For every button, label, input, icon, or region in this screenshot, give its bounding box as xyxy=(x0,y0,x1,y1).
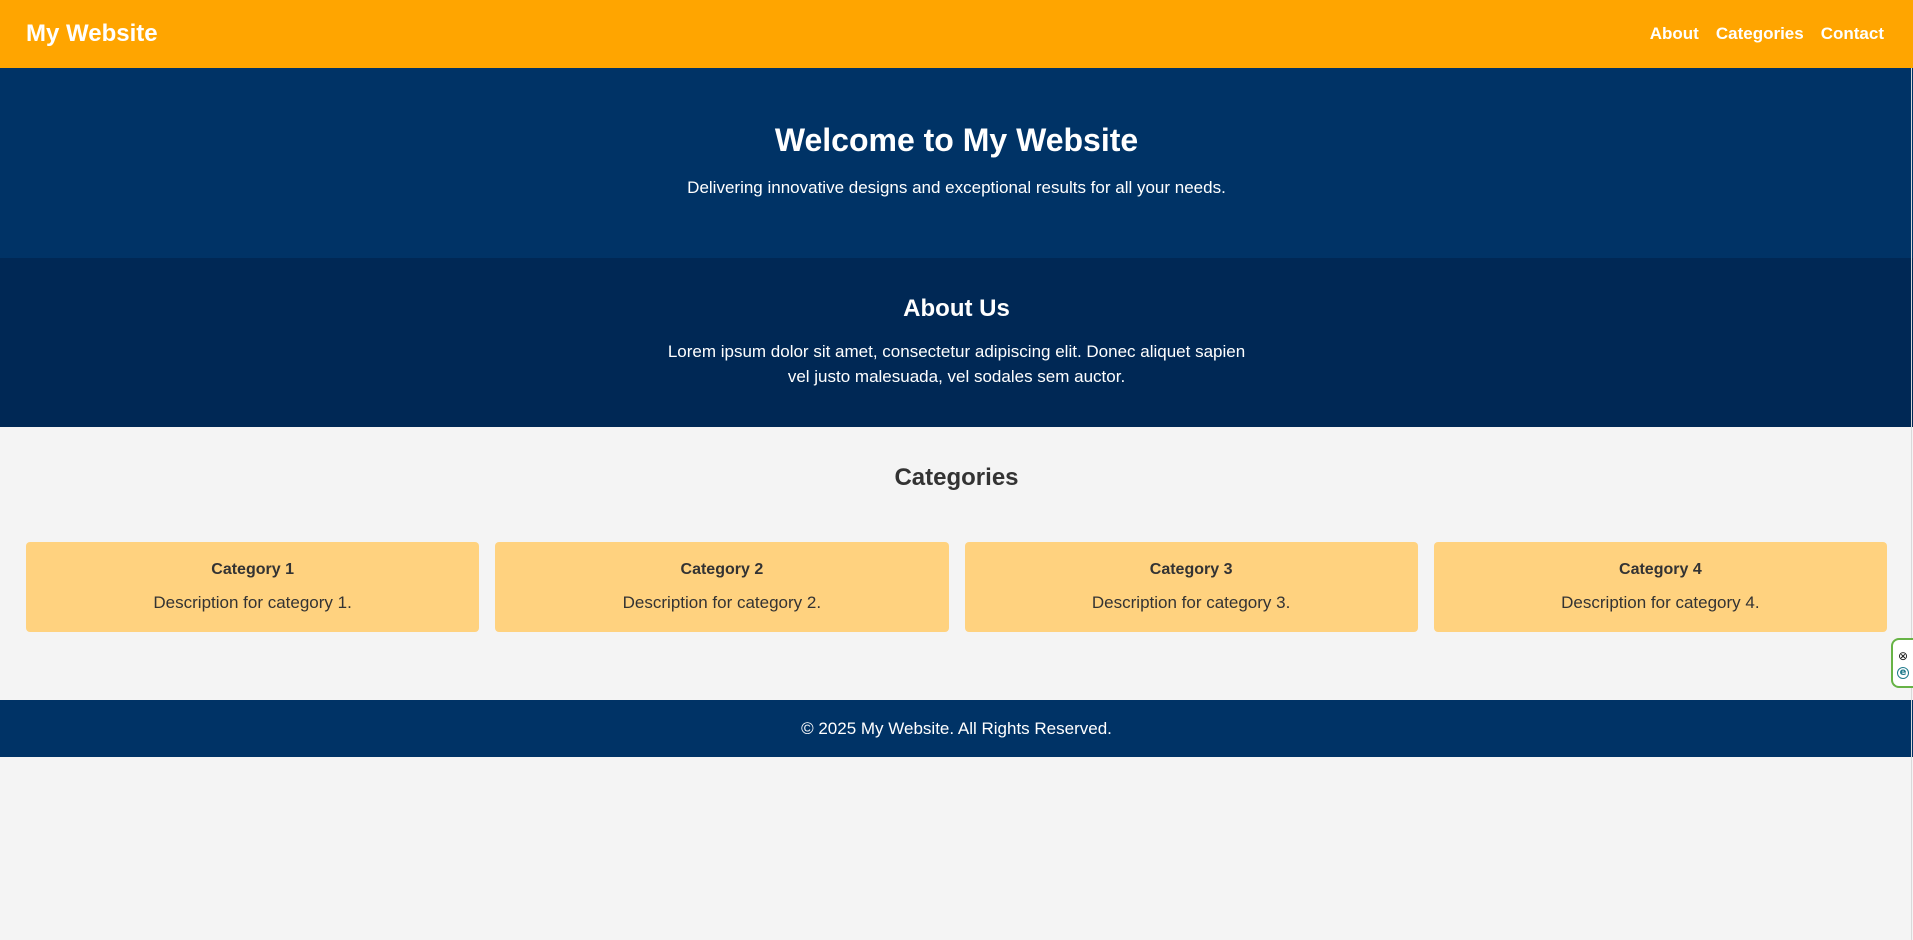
about-title: About Us xyxy=(903,295,1010,322)
site-footer: © 2025 My Website. All Rights Reserved. xyxy=(0,700,1913,757)
categories-section: Categories Category 1 Description for ca… xyxy=(0,427,1913,700)
floating-browser-widget[interactable]: ⊗ e xyxy=(1891,638,1913,688)
footer-copyright: © 2025 My Website. All Rights Reserved. xyxy=(801,718,1112,738)
category-card-4[interactable]: Category 4 Description for category 4. xyxy=(1433,542,1887,632)
site-header: My Website About Categories Contact xyxy=(0,0,1913,68)
about-section: About Us Lorem ipsum dolor sit amet, con… xyxy=(0,258,1913,427)
category-card-description: Description for category 1. xyxy=(153,593,352,612)
category-card-2[interactable]: Category 2 Description for category 2. xyxy=(495,542,949,632)
category-card-title: Category 4 xyxy=(1619,561,1702,578)
e-circle-icon[interactable]: e xyxy=(1897,666,1909,679)
hero-section: Welcome to My Website Delivering innovat… xyxy=(0,68,1913,258)
category-card-description: Description for category 4. xyxy=(1561,593,1760,612)
hero-subtitle: Delivering innovative designs and except… xyxy=(687,178,1226,197)
category-card-title: Category 3 xyxy=(1149,561,1233,578)
category-card-1[interactable]: Category 1 Description for category 1. xyxy=(26,542,480,632)
category-card-description: Description for category 2. xyxy=(622,593,822,612)
page: My Website About Categories Contact Welc… xyxy=(0,0,1913,940)
categories-title: Categories xyxy=(894,464,1019,491)
category-card-description: Description for category 3. xyxy=(1091,593,1291,612)
nav-link-contact[interactable]: Contact xyxy=(1821,24,1884,44)
close-circle-icon[interactable]: ⊗ xyxy=(1896,649,1910,663)
category-card-title: Category 2 xyxy=(680,561,764,578)
nav-link-categories[interactable]: Categories xyxy=(1716,24,1804,44)
hero-title: Welcome to My Website xyxy=(774,122,1139,158)
about-text: Lorem ipsum dolor sit amet, consectetur … xyxy=(667,342,1246,386)
main-nav: About Categories Contact xyxy=(1650,24,1887,44)
nav-link-about[interactable]: About xyxy=(1650,24,1699,44)
site-logo[interactable]: My Website xyxy=(26,20,158,48)
category-cards: Category 1 Description for category 1. C… xyxy=(0,542,1913,632)
category-card-3[interactable]: Category 3 Description for category 3. xyxy=(964,542,1418,632)
page-right-border xyxy=(1911,68,1912,940)
category-card-title: Category 1 xyxy=(211,561,294,578)
